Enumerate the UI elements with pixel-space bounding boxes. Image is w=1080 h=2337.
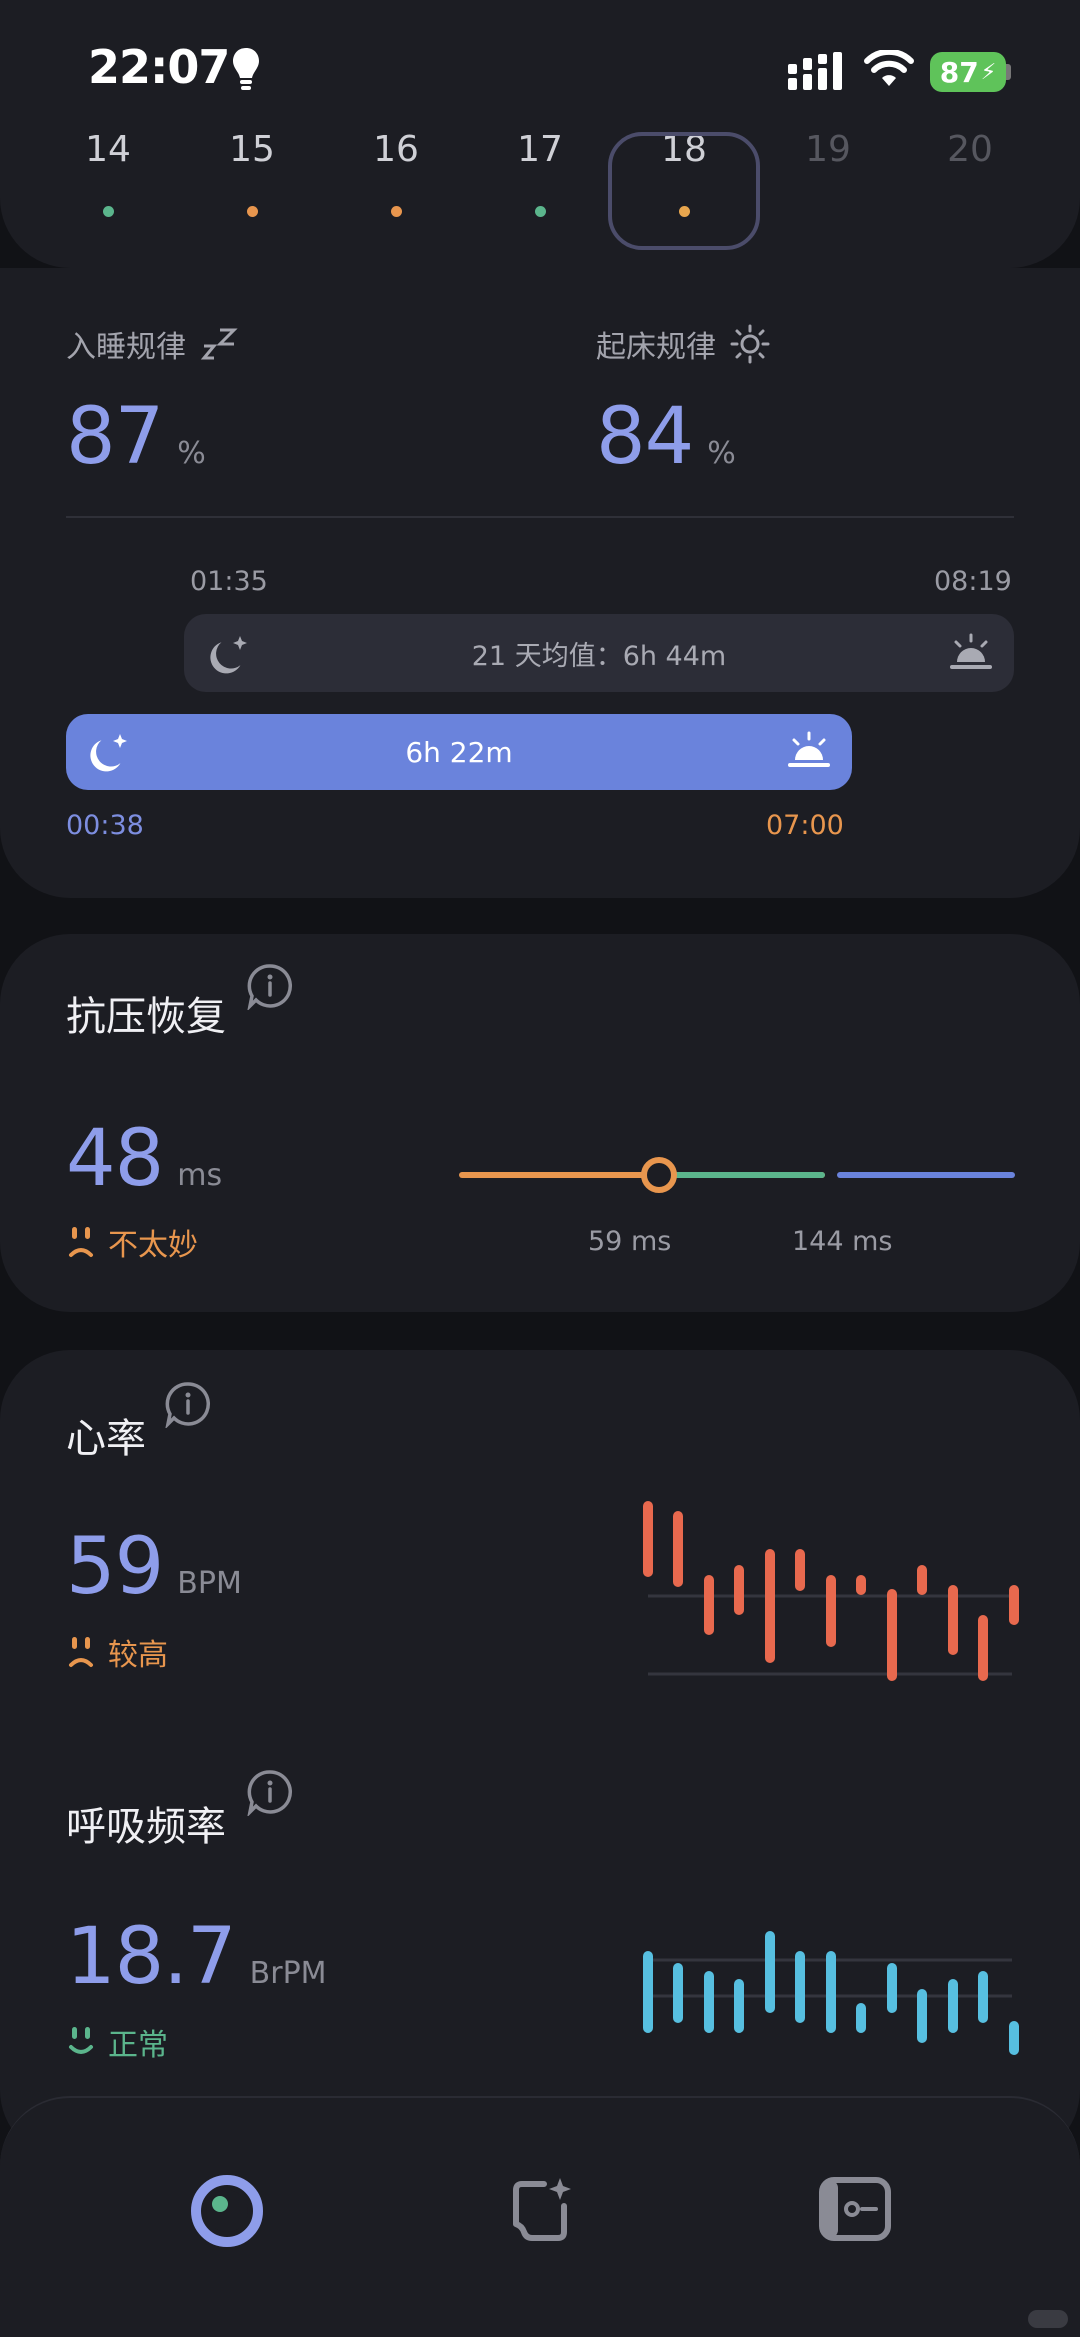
moon-icon — [90, 734, 127, 772]
heart-value-row: 59 BPM — [66, 1522, 242, 1612]
date-number: 19 — [805, 129, 851, 170]
heart-value: 59 — [66, 1522, 164, 1612]
battery-indicator: 87 ⚡ — [930, 52, 1006, 92]
stress-value: 48 — [66, 1114, 164, 1204]
stress-unit: ms — [177, 1158, 223, 1193]
bulb-icon — [233, 48, 259, 90]
date-item-19[interactable]: 19 — [768, 128, 888, 172]
zzz-icon — [200, 328, 238, 360]
date-number: 14 — [85, 129, 131, 170]
breath-title: 呼吸频率 — [66, 1804, 226, 1850]
date-status-dot — [390, 206, 402, 217]
avg-start-time: 01:35 — [190, 566, 268, 597]
bedtime-regularity-label: 入睡规律 — [66, 322, 238, 366]
bedtime-label-text: 入睡规律 — [66, 330, 186, 365]
sleep-duration: 6h 22m — [405, 735, 513, 769]
sparkle-card-icon[interactable] — [506, 2176, 576, 2246]
sad-face-icon — [69, 1227, 93, 1257]
date-status-dot — [246, 206, 258, 217]
date-item-15[interactable]: 15 — [192, 128, 312, 217]
battery-level: 87 — [939, 55, 979, 89]
info-icon[interactable] — [164, 1380, 212, 1428]
selected-date-frame — [608, 132, 760, 250]
date-item-17[interactable]: 17 — [480, 128, 600, 217]
info-icon[interactable] — [246, 962, 294, 1010]
heart-unit: BPM — [177, 1566, 242, 1601]
sleep-divider — [66, 516, 1014, 518]
info-icon[interactable] — [246, 1768, 294, 1816]
date-number: 17 — [517, 129, 563, 170]
date-number: 15 — [229, 129, 275, 170]
battery-tip — [1006, 64, 1011, 80]
date-status-dot — [102, 206, 114, 217]
date-status-dot — [534, 206, 546, 217]
heart-status: 较高 — [66, 1630, 168, 1674]
id-card-icon[interactable] — [818, 2176, 892, 2242]
breath-status-text: 正常 — [108, 2028, 168, 2063]
stress-title: 抗压恢复 — [66, 994, 226, 1040]
sleep-end-time: 07:00 — [766, 810, 844, 841]
date-item-14[interactable]: 14 — [48, 128, 168, 217]
stress-value-row: 48 ms — [66, 1114, 222, 1204]
avg-end-time: 08:19 — [934, 566, 1012, 597]
heart-status-text: 较高 — [108, 1638, 168, 1673]
ring-icon[interactable] — [188, 2172, 266, 2250]
breath-value-row: 18.7 BrPM — [66, 1912, 327, 2002]
wake-regularity-label: 起床规律 — [596, 322, 770, 366]
date-item-20[interactable]: 20 — [910, 128, 1030, 172]
scale-high-label: 144 ms — [792, 1226, 893, 1257]
last-night-sleep-bar: 6h 22m — [66, 714, 852, 790]
wake-unit: % — [707, 436, 736, 471]
wake-value: 84 — [596, 392, 694, 482]
average-sleep-bar: 21 天均值：6h 44m — [184, 614, 1014, 692]
breath-value: 18.7 — [66, 1912, 237, 2002]
status-time: 22:07 — [88, 40, 230, 94]
bedtime-unit: % — [177, 436, 206, 471]
bedtime-regularity-value: 87 % — [66, 392, 206, 482]
moon-icon — [210, 636, 247, 674]
sunrise-icon — [788, 731, 830, 767]
stress-scale — [459, 1157, 1015, 1193]
breath-unit: BrPM — [249, 1956, 327, 1991]
breath-status: 正常 — [66, 2020, 168, 2064]
sad-face-icon — [69, 1637, 93, 1667]
bedtime-value: 87 — [66, 392, 164, 482]
date-number: 16 — [373, 129, 419, 170]
stress-marker — [641, 1157, 677, 1193]
stress-status-text: 不太妙 — [108, 1228, 198, 1263]
smile-face-icon — [69, 2027, 93, 2054]
average-sleep-text: 21 天均值：6h 44m — [471, 640, 727, 672]
sun-icon — [730, 324, 770, 364]
stress-status: 不太妙 — [66, 1220, 198, 1264]
sunrise-icon — [950, 633, 992, 669]
date-number: 20 — [947, 129, 993, 170]
date-item-16[interactable]: 16 — [336, 128, 456, 217]
charging-bolt-icon: ⚡ — [980, 59, 997, 85]
sleep-start-time: 00:38 — [66, 810, 144, 841]
signal-icon — [788, 52, 842, 90]
wake-label-text: 起床规律 — [596, 330, 716, 365]
breath-rate-sparkline — [643, 1931, 1019, 2055]
heart-title: 心率 — [66, 1416, 146, 1462]
wake-regularity-value: 84 % — [596, 392, 736, 482]
heart-rate-sparkline — [643, 1501, 1019, 1681]
corner-badge — [1028, 2310, 1068, 2328]
scale-low-label: 59 ms — [588, 1226, 672, 1257]
wifi-icon — [864, 50, 914, 86]
